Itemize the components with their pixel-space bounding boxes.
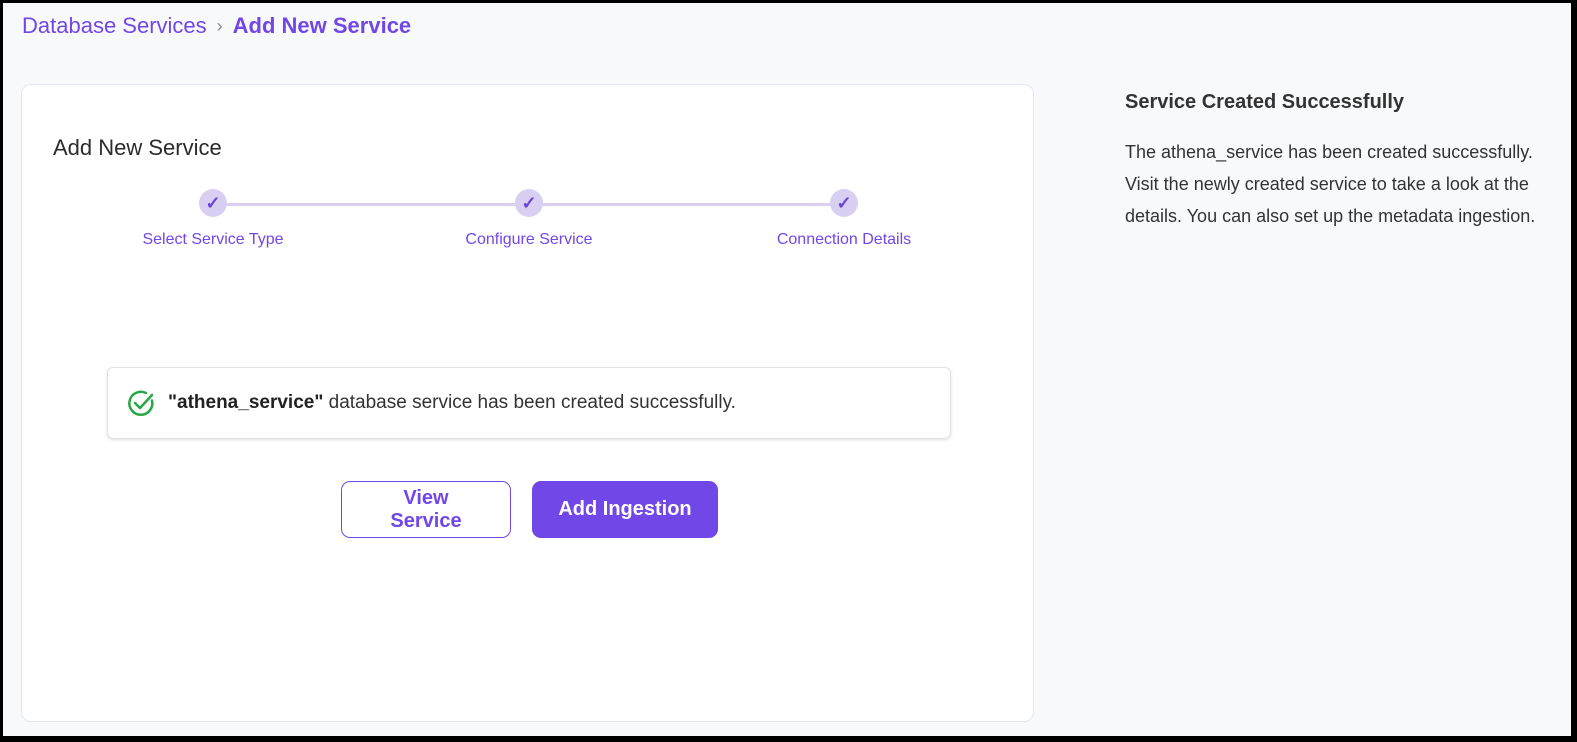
side-title: Service Created Successfully [1125,91,1405,113]
page: Database Services › Add New Service Add … [3,3,1571,736]
step-label: Configure Service [465,231,593,248]
check-icon: ✓ [199,189,227,217]
add-ingestion-button[interactable]: Add Ingestion [532,481,718,538]
breadcrumb-current: Add New Service [232,13,412,38]
service-name: "athena_service" [168,392,324,413]
check-circle-icon [128,390,154,416]
step-configure-service: ✓ Configure Service [409,189,649,249]
step-select-service-type: ✓ Select Service Type [93,189,333,249]
chevron-right-icon: › [216,15,223,36]
breadcrumb: Database Services › Add New Service [22,13,411,39]
success-message: "athena_service" database service has be… [107,367,951,439]
breadcrumb-database-services[interactable]: Database Services [22,13,207,39]
message-text: database service has been created succes… [323,392,736,413]
step-connection-details: ✓ Connection Details [724,189,964,249]
side-panel: Service Created Successfully The athena_… [1125,91,1555,232]
step-label: Connection Details [776,231,912,248]
check-icon: ✓ [830,189,858,217]
step-label: Select Service Type [142,231,284,248]
check-icon: ✓ [515,189,543,217]
side-body: The athena_service has been created succ… [1125,142,1536,226]
add-service-card: Add New Service ✓ Select Service Type ✓ … [21,84,1034,722]
card-title: Add New Service [53,135,222,160]
view-service-button[interactable]: View Service [341,481,511,538]
